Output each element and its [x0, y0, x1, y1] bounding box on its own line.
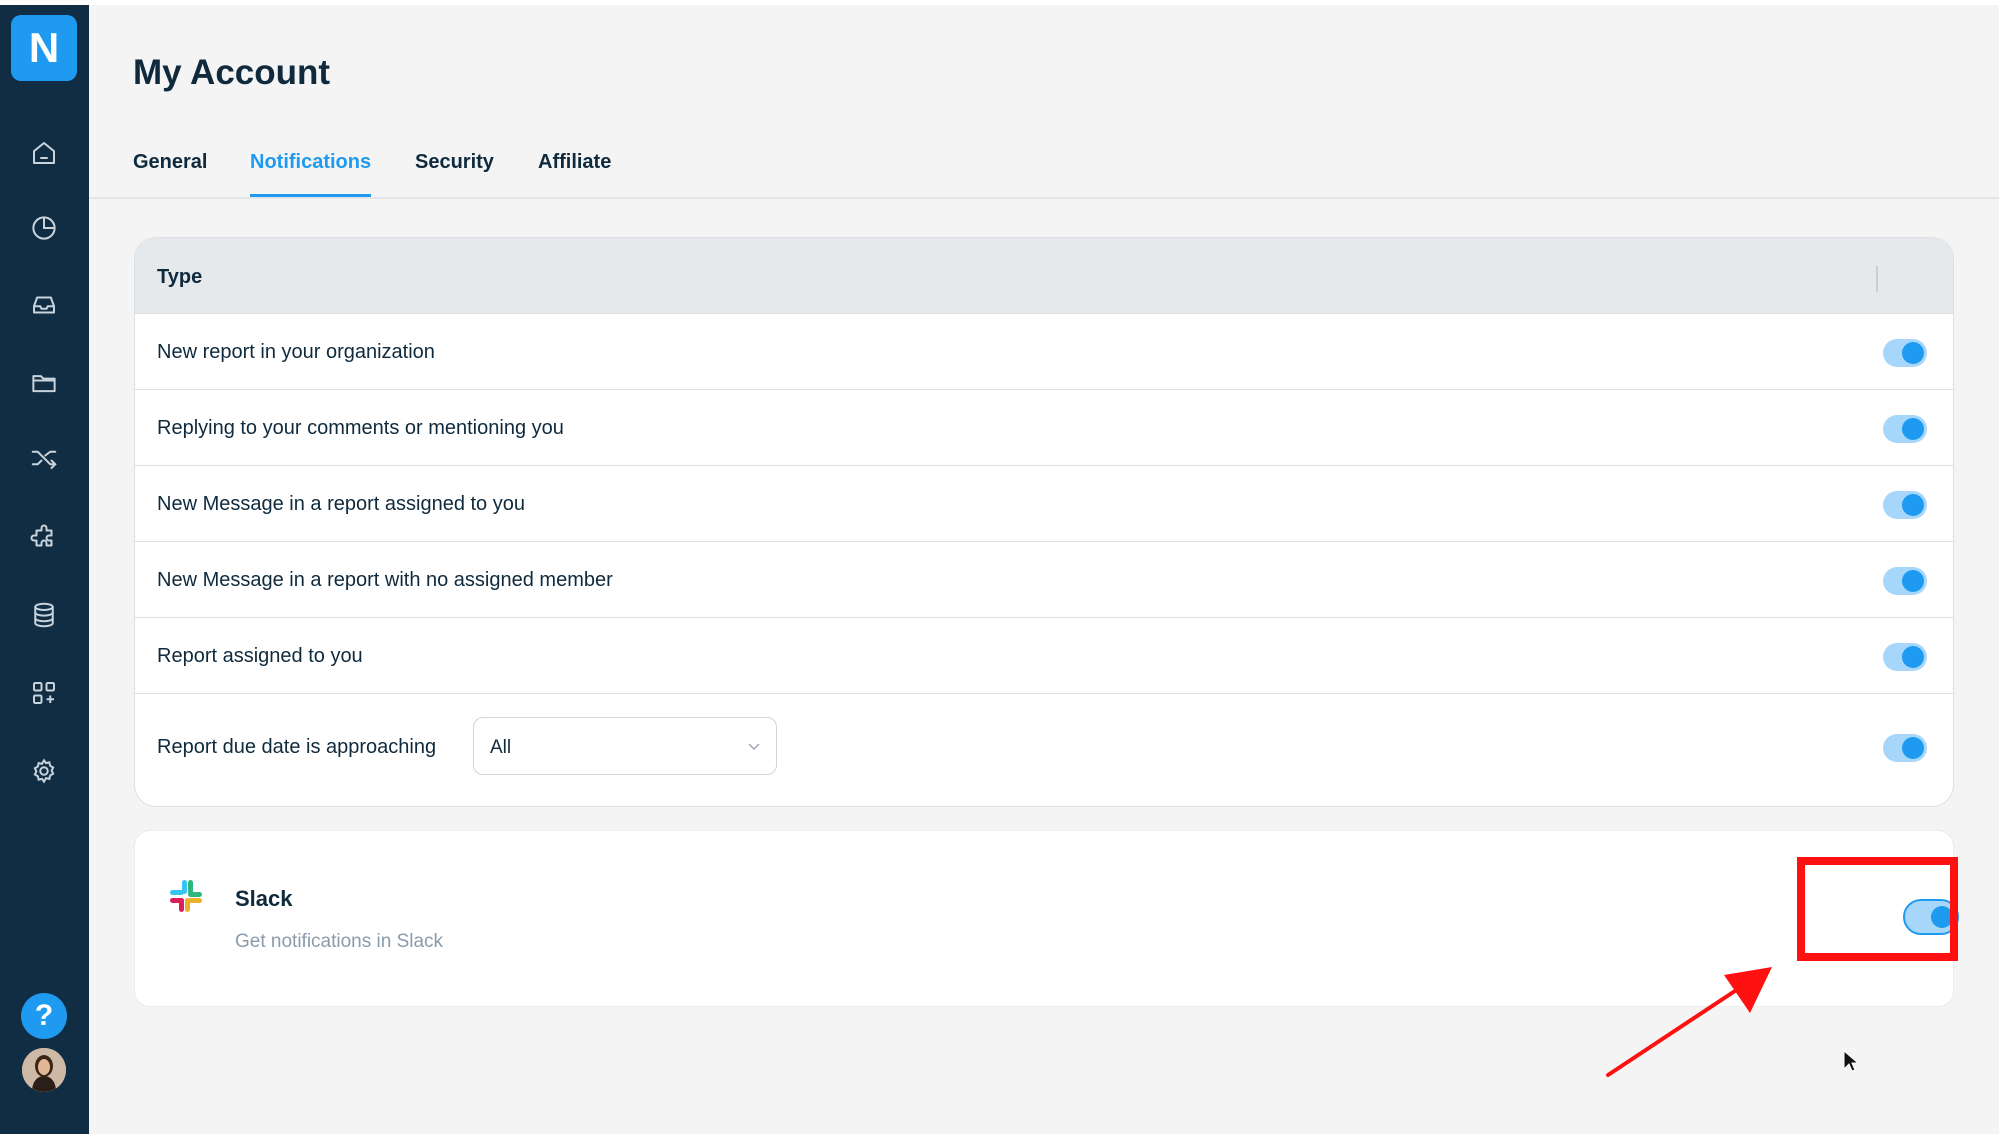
gear-icon[interactable]	[24, 751, 64, 791]
table-header: Type	[135, 238, 1953, 313]
notification-toggle[interactable]	[1883, 339, 1927, 367]
row-label: Report assigned to you	[157, 645, 363, 667]
notification-types-card: Type New report in your organization Rep…	[134, 237, 1954, 807]
home-icon[interactable]	[24, 133, 64, 173]
column-divider[interactable]	[1876, 266, 1878, 292]
database-icon[interactable]	[24, 595, 64, 635]
puzzle-icon[interactable]	[24, 518, 64, 558]
notification-toggle[interactable]	[1883, 643, 1927, 671]
slack-icon	[170, 880, 202, 912]
tab-affiliate[interactable]: Affiliate	[538, 145, 611, 197]
toggle-knob	[1902, 646, 1924, 668]
slack-title: Slack	[235, 886, 293, 911]
due-date-filter-select[interactable]: All	[473, 717, 777, 775]
sidebar: N ?	[0, 5, 89, 1134]
table-row: Replying to your comments or mentioning …	[135, 389, 1953, 465]
table-row: New report in your organization	[135, 313, 1953, 389]
folder-icon[interactable]	[24, 363, 64, 403]
tab-bar: General Notifications Security Affiliate	[89, 145, 1999, 199]
toggle-knob	[1902, 737, 1924, 759]
help-button[interactable]: ?	[21, 993, 67, 1039]
inbox-icon[interactable]	[24, 285, 64, 325]
pie-chart-icon[interactable]	[24, 208, 64, 248]
shuffle-icon[interactable]	[24, 438, 64, 478]
table-row: New Message in a report with no assigned…	[135, 541, 1953, 617]
annotation-arrow-icon	[1606, 967, 1772, 1077]
mouse-cursor-icon	[1843, 1050, 1859, 1072]
notification-toggle[interactable]	[1883, 567, 1927, 595]
highlight-box	[1797, 857, 1958, 961]
table-row: Report assigned to you	[135, 617, 1953, 693]
table-row: New Message in a report assigned to you	[135, 465, 1953, 541]
chevron-down-icon	[748, 743, 760, 751]
row-label: Report due date is approaching	[157, 736, 437, 758]
toggle-knob	[1902, 570, 1924, 592]
tab-notifications[interactable]: Notifications	[250, 145, 372, 197]
select-value: All	[490, 737, 512, 758]
avatar[interactable]	[22, 1048, 66, 1092]
row-label: New Message in a report assigned to you	[157, 493, 525, 515]
tab-general[interactable]: General	[133, 145, 207, 197]
row-label: New Message in a report with no assigned…	[157, 569, 613, 591]
table-row: Report due date is approaching All	[135, 693, 1953, 799]
notification-toggle[interactable]	[1883, 491, 1927, 519]
row-label: Replying to your comments or mentioning …	[157, 417, 564, 439]
row-label: New report in your organization	[157, 341, 435, 363]
slack-subtitle: Get notifications in Slack	[235, 931, 444, 952]
type-column-header: Type	[157, 266, 203, 288]
toggle-knob	[1902, 418, 1924, 440]
notification-toggle[interactable]	[1883, 415, 1927, 443]
tab-security[interactable]: Security	[415, 145, 494, 197]
page-title: My Account	[133, 53, 331, 92]
app-logo[interactable]: N	[11, 15, 77, 81]
toggle-knob	[1902, 494, 1924, 516]
apps-add-icon[interactable]	[24, 673, 64, 713]
notification-toggle[interactable]	[1883, 734, 1927, 762]
toggle-knob	[1902, 342, 1924, 364]
